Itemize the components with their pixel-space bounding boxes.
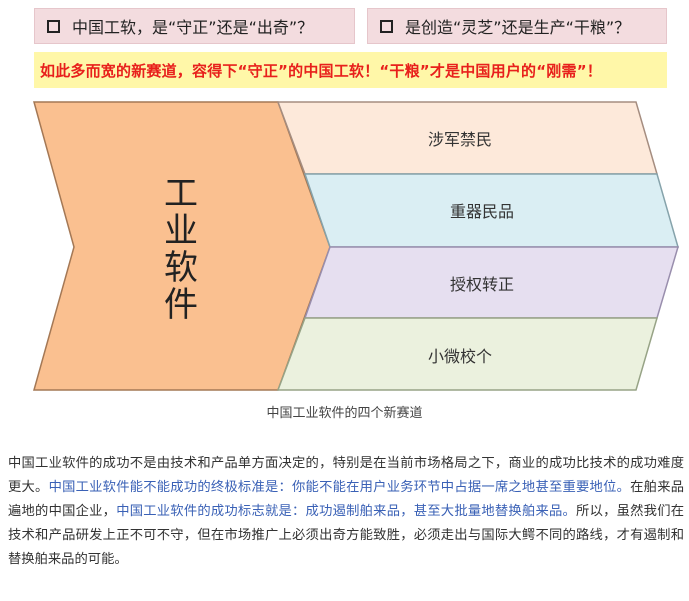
main-label: 工业软件 xyxy=(164,174,198,325)
question-box-1: 中国工软，是“守正”还是“出奇”？ xyxy=(34,8,355,44)
segment-label-2: 重器民品 xyxy=(450,202,514,221)
segment-label-1: 涉军禁民 xyxy=(428,130,492,149)
segment-label-4: 小微校个 xyxy=(428,347,492,366)
square-bullet-icon xyxy=(380,19,393,33)
highlight-banner: 如此多而宽的新赛道，容得下“守正”的中国工软！“干粮”才是中国用户的“刚需”！ xyxy=(34,52,667,88)
question-text: 中国工软，是“守正”还是“出奇”？ xyxy=(72,18,314,37)
highlight-text: 中国工业软件的成功标志就是：成功遏制舶来品，甚至大批量地替换舶来品。 xyxy=(116,504,577,519)
highlight-text: 中国工业软件能不能成功的终极标准是：你能不能在用户业务环节中占据一席之地甚至重要… xyxy=(48,480,631,495)
body-paragraph: 中国工业软件的成功不是由技术和产品单方面决定的，特别是在当前市场格局之下，商业的… xyxy=(8,452,684,572)
figure-caption: 中国工业软件的四个新赛道 xyxy=(266,406,423,421)
question-text: 是创造“灵芝”还是生产“干粮”？ xyxy=(405,18,631,37)
segment-label-3: 授权转正 xyxy=(450,275,514,294)
question-box-2: 是创造“灵芝”还是生产“干粮”？ xyxy=(367,8,667,44)
square-bullet-icon xyxy=(47,19,60,33)
track-diagram: 涉军禁民 重器民品 授权转正 小微校个 xyxy=(33,101,680,391)
